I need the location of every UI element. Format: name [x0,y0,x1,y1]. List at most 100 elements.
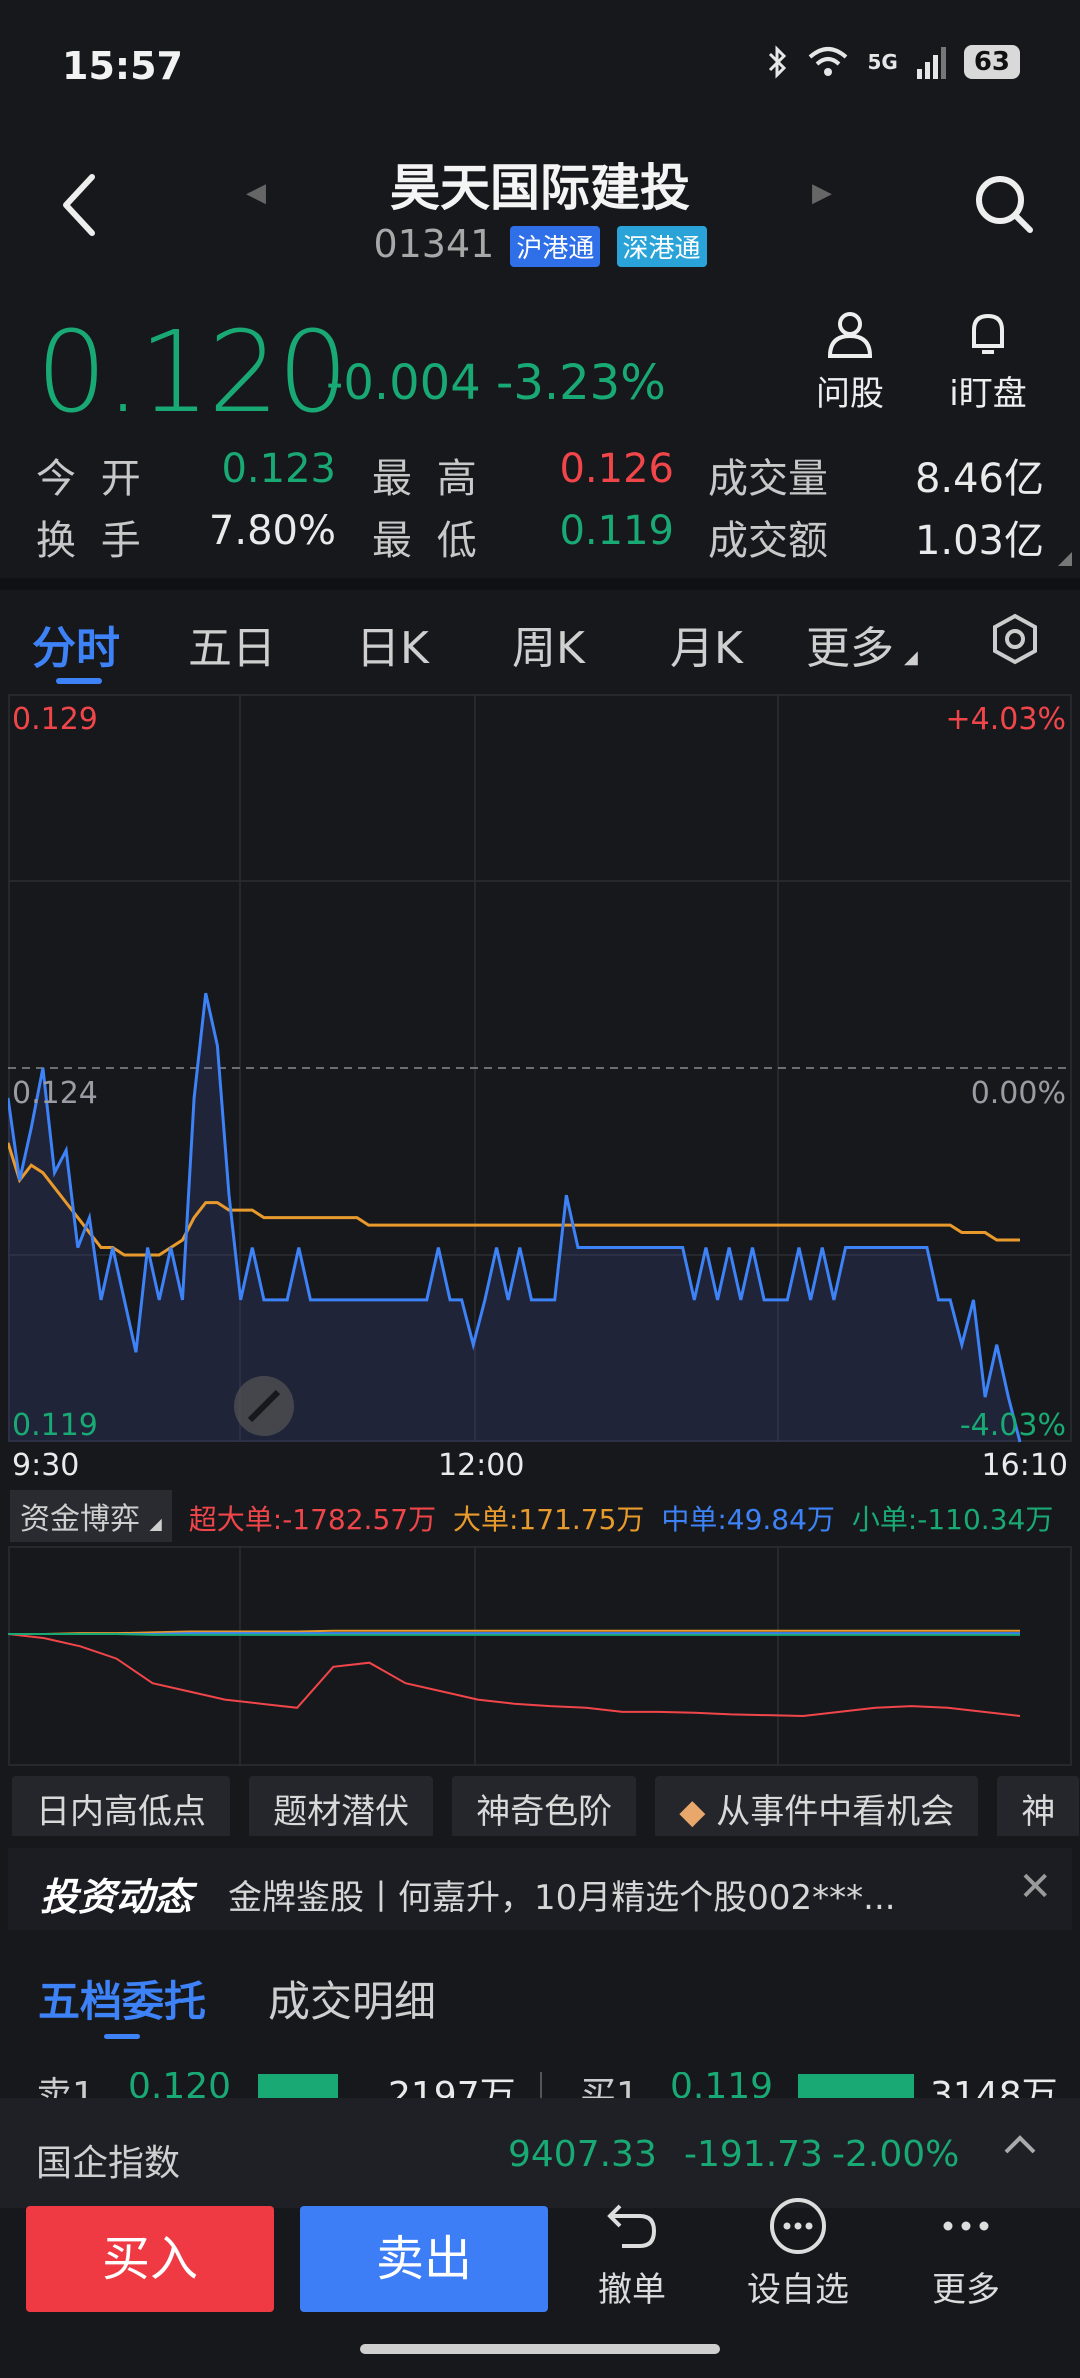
index-name: 国企指数 [36,2143,181,2184]
tab-trade-details[interactable]: 成交明细 [268,1968,436,2029]
feature-chip-row: 日内高低点 题材潜伏 神奇色阶 ◆ 从事件中看机会 神 [12,1776,1080,1836]
flow-grid [8,1546,1072,1766]
tag-sz-connect: 深港通 [616,226,707,267]
news-logo: 投资动态 [40,1875,193,1919]
high-label: 最 高 [372,456,483,502]
diamond-icon: ◆ [679,1792,706,1832]
close-icon[interactable]: ✕ [1018,1864,1052,1910]
tab-five-day[interactable]: 五日 [188,612,276,676]
amount-label: 成交额 [708,518,828,564]
chip-event-opportunity[interactable]: ◆ 从事件中看机会 [655,1776,979,1836]
y-label-mid-right: 0.00% [970,1076,1066,1111]
cancel-order-button[interactable]: 撤单 [572,2196,692,2311]
more-dots-icon [943,2221,989,2231]
index-value: 9407.33 [508,2134,657,2175]
person-icon [827,312,873,358]
stock-code: 01341 [373,222,495,266]
add-watchlist-button[interactable]: 设自选 [738,2196,858,2311]
large-order: 大单:171.75万 [453,1503,645,1536]
sell1-label: 卖1 [36,2075,95,2098]
network-label: 5G [867,50,898,74]
index-change-percent: -2.00% [832,2134,960,2175]
y-label-mid-left: 0.124 [12,1076,98,1111]
volume-value: 8.46亿 [914,456,1044,502]
bell-icon [972,313,1004,354]
change-value: -0.004 [326,355,481,411]
watch-button[interactable]: i盯盘 [938,308,1038,415]
add-watchlist-label: 设自选 [747,2270,849,2310]
sell-button[interactable]: 卖出 [300,2206,548,2312]
x-label-close: 16:10 [981,1448,1068,1483]
more-button[interactable]: 更多 [906,2196,1026,2311]
home-indicator[interactable] [360,2344,720,2354]
tab-weekly-k[interactable]: 周K [512,612,585,676]
volume-label: 成交量 [708,456,828,502]
tab-more-label: 更多 [806,623,894,674]
tab-order-book[interactable]: 五档委托 [38,1968,206,2029]
open-label: 今 开 [36,456,147,502]
y-label-bottom-right: -4.03% [959,1408,1066,1443]
battery-icon: 63 [963,45,1020,79]
buy-button[interactable]: 买入 [26,2206,274,2312]
signal-icon [916,47,946,79]
tab-underline [56,678,102,684]
cancel-order-label: 撤单 [598,2270,666,2310]
settings-icon[interactable] [988,612,1042,666]
y-label-top-left: 0.129 [12,702,98,737]
price-change: -0.004 -3.23% [326,355,666,411]
ask-stock-button[interactable]: 问股 [800,308,900,415]
price-area [8,993,1020,1442]
capital-flow-chart[interactable] [8,1546,1072,1766]
watch-label: i盯盘 [949,374,1027,414]
chip-theme-ambush[interactable]: 题材潜伏 [249,1776,434,1836]
change-percent: -3.23% [496,355,666,411]
sell1-volume-bar [258,2074,338,2098]
bluetooth-icon [769,45,787,79]
tab-more[interactable]: 更多 ◢ [806,612,918,676]
ellipsis-circle-icon [770,2198,826,2254]
stock-code-row: 01341 沪港通 深港通 [0,222,1080,267]
chip-more[interactable]: 神 [997,1776,1080,1836]
current-price: 0.120 [36,308,349,438]
intraday-chart[interactable] [8,694,1072,1446]
tab-intraday[interactable]: 分时 [32,612,120,676]
expand-corner-icon[interactable] [1058,552,1072,566]
buy1-label: 买1 [580,2075,639,2098]
amount-value: 1.03亿 [914,518,1044,564]
capital-flow-row: 资金博弈 ◢ 超大单:-1782.57万 大单:171.75万 中单:49.84… [10,1490,1080,1542]
next-stock-icon[interactable]: ▶ [812,178,832,208]
tag-hk-connect: 沪港通 [510,226,601,267]
divider [540,2072,542,2098]
index-change: -191.73 [684,2134,823,2175]
tab-monthly-k[interactable]: 月K [670,612,743,676]
medium-order: 中单:49.84万 [661,1503,835,1536]
status-time: 15:57 [62,44,183,88]
buy1-volume-bar [798,2074,914,2098]
index-ticker-bar[interactable]: 国企指数 9407.33 -191.73 -2.00% [0,2098,1080,2208]
average-price-line [8,1142,1020,1257]
chip-color-scale[interactable]: 神奇色阶 [452,1776,637,1836]
capital-flow-selector[interactable]: 资金博弈 ◢ [10,1490,172,1542]
news-banner[interactable]: 投资动态 金牌鉴股丨何嘉升，10月精选个股002***... ✕ [8,1848,1072,1930]
caret-icon: ◢ [904,647,918,668]
order-book-row: 卖1 0.120 2197万 买1 0.119 3148万 [0,2072,1080,2098]
low-label: 最 低 [372,518,483,564]
chip-intraday-high-low[interactable]: 日内高低点 [12,1776,230,1836]
news-headline[interactable]: 金牌鉴股丨何嘉升，10月精选个股002***... [228,1870,896,1919]
small-order: 小单:-110.34万 [851,1503,1054,1536]
chevron-up-icon[interactable] [1000,2128,1040,2158]
high-value: 0.126 [559,446,674,492]
chart-tab-bar: 分时 五日 日K 周K 月K 更多 ◢ [0,590,1080,700]
y-label-bottom-left: 0.119 [12,1408,98,1443]
turnover-label: 换 手 [36,518,147,564]
watermark-icon [234,1376,294,1436]
open-value: 0.123 [221,446,336,492]
tab-underline [104,2034,140,2039]
super-large-flow-line [8,1633,1021,1718]
low-value: 0.119 [559,508,674,554]
sell1-price: 0.120 [128,2072,232,2098]
sell1-volume: 2197万 [388,2075,516,2098]
tab-daily-k[interactable]: 日K [356,612,429,676]
stock-name: 昊天国际建投 [390,159,690,217]
wifi-icon [809,47,848,76]
